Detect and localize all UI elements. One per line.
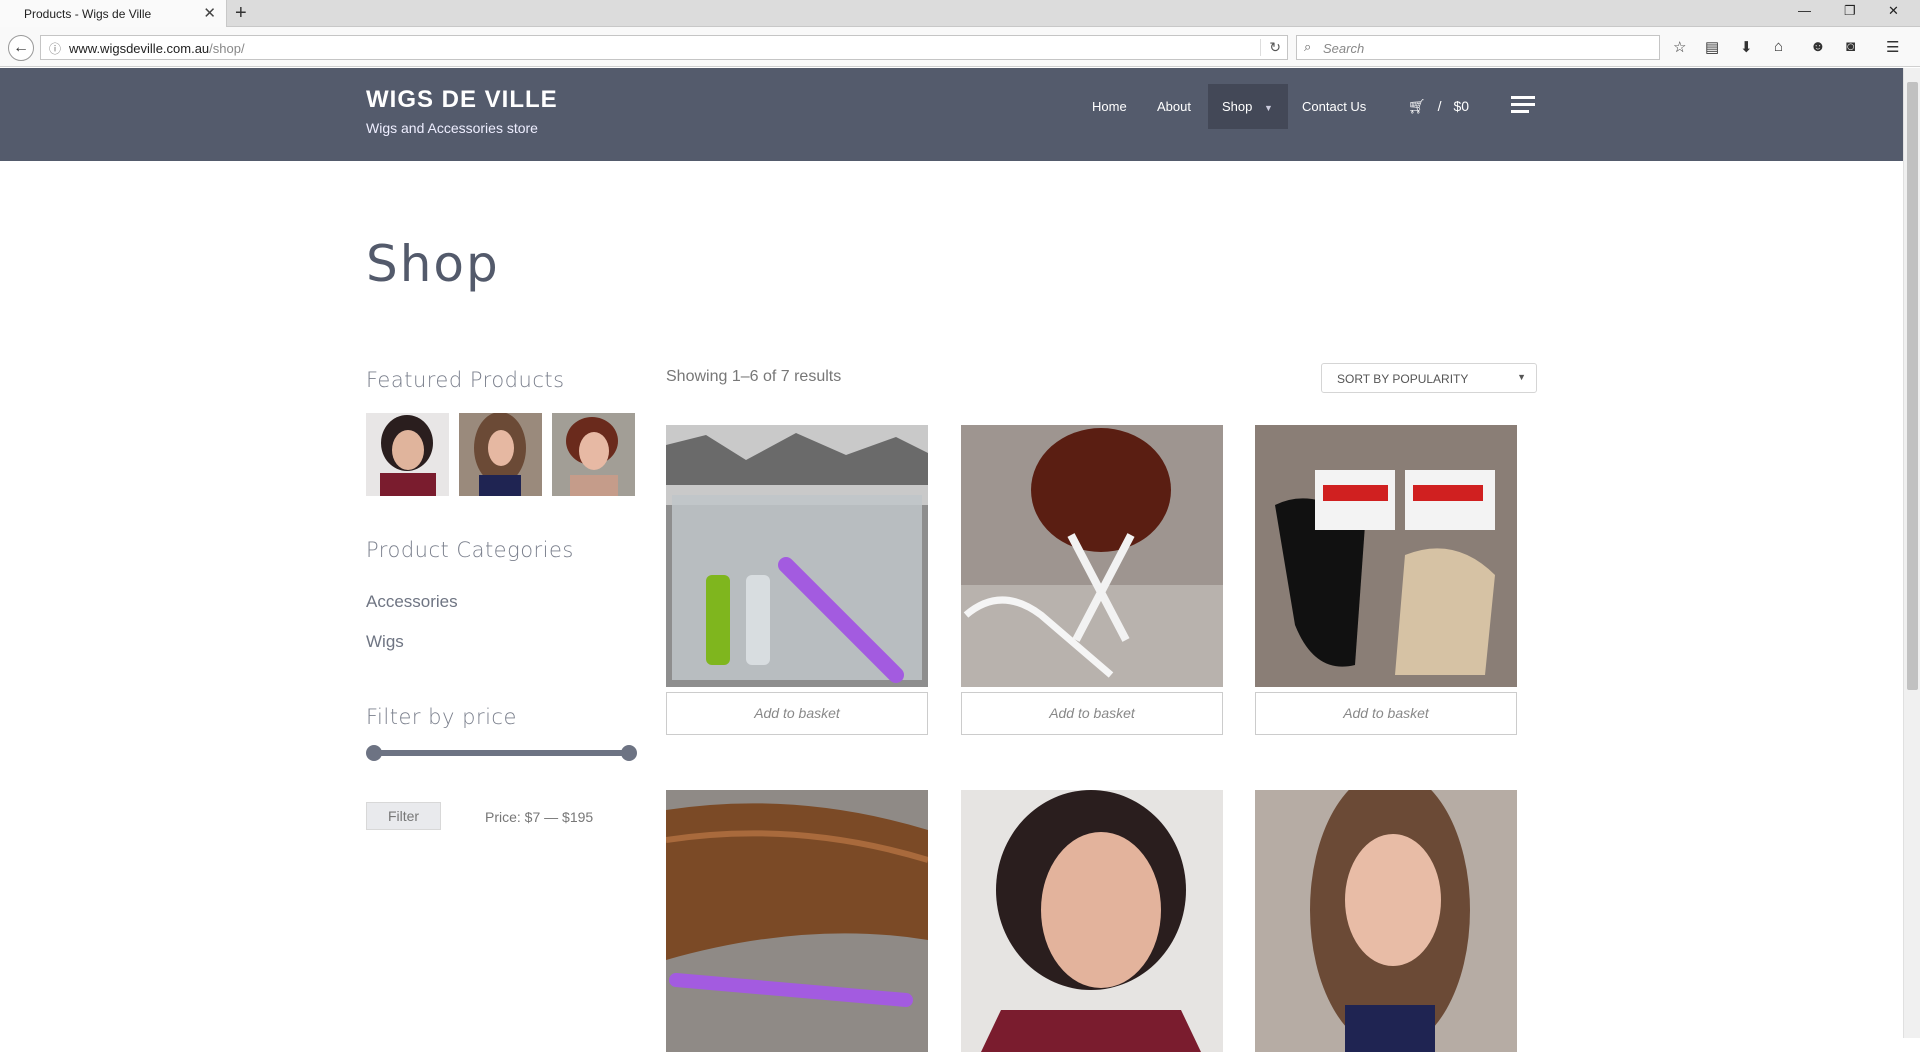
browser-tab[interactable]: Products - Wigs de Ville ✕: [0, 0, 227, 28]
chevron-down-icon: ▼: [1264, 103, 1273, 113]
wig-caps-photo: [1255, 425, 1517, 687]
price-slider-max-handle[interactable]: [621, 745, 637, 761]
featured-product-thumb[interactable]: [366, 413, 449, 496]
woman-bob-wig-photo: [961, 790, 1223, 1052]
product-image[interactable]: [961, 425, 1223, 687]
price-slider-track[interactable]: [370, 750, 635, 756]
nav-about[interactable]: About: [1157, 84, 1191, 129]
woman-long-wig-photo: [1255, 790, 1517, 1052]
price-range-label: Price: $7 — $195: [485, 809, 594, 825]
search-placeholder: Search: [1323, 41, 1365, 56]
home-icon[interactable]: ⌂: [1774, 38, 1783, 55]
site-header: WIGS DE VILLE Wigs and Accessories store…: [0, 68, 1903, 161]
cart-icon: 🛒︎: [1408, 98, 1426, 114]
wig-on-stand-photo: [961, 425, 1223, 687]
url-bar[interactable]: ⓘ www.wigsdeville.com.au/shop/ ↻: [40, 35, 1288, 60]
category-link-accessories[interactable]: Accessories: [366, 592, 458, 612]
nav-shop-label: Shop: [1222, 99, 1253, 114]
info-icon[interactable]: ⓘ: [49, 40, 61, 57]
new-tab-icon[interactable]: +: [235, 2, 247, 25]
chat-icon[interactable]: ☻: [1810, 38, 1826, 55]
close-window-icon[interactable]: ✕: [1888, 3, 1899, 19]
product-image[interactable]: [666, 425, 928, 687]
bookmarks-list-icon[interactable]: ▤: [1705, 38, 1719, 56]
result-count: Showing 1–6 of 7 results: [666, 368, 842, 385]
cart-link[interactable]: 🛒︎ / $0: [1408, 98, 1469, 115]
woman-short-red-hair-photo: [552, 413, 635, 496]
sort-select[interactable]: SORT BY POPULARITY ▼: [1321, 363, 1537, 393]
site-title[interactable]: WIGS DE VILLE: [366, 86, 558, 114]
search-input[interactable]: ⌕ Search: [1296, 35, 1660, 60]
url-path: /shop/: [209, 41, 245, 56]
cart-separator: /: [1437, 98, 1442, 114]
minimize-icon[interactable]: —: [1798, 3, 1811, 18]
download-icon[interactable]: ⬇: [1740, 38, 1753, 56]
restore-icon[interactable]: ❐: [1844, 3, 1856, 19]
add-to-basket-button[interactable]: Add to basket: [1255, 692, 1517, 735]
woman-long-hair-photo: [459, 413, 542, 496]
browser-toolbar: ← ⓘ www.wigsdeville.com.au/shop/ ↻ ⌕ Sea…: [0, 27, 1920, 67]
accessory-bag-photo: [666, 425, 928, 687]
page-scrollbar[interactable]: [1903, 68, 1920, 1038]
nav-shop[interactable]: Shop ▼: [1208, 84, 1288, 129]
price-slider-min-handle[interactable]: [366, 745, 382, 761]
featured-products-heading: Featured Products: [366, 368, 565, 392]
featured-product-thumb[interactable]: [552, 413, 635, 496]
product-categories-heading: Product Categories: [366, 538, 574, 562]
add-to-basket-button[interactable]: Add to basket: [961, 692, 1223, 735]
bookmark-star-icon[interactable]: ☆: [1673, 38, 1686, 56]
reload-icon[interactable]: ↻: [1260, 39, 1281, 56]
cart-total: $0: [1453, 98, 1470, 114]
add-to-basket-button[interactable]: Add to basket: [666, 692, 928, 735]
back-arrow-icon[interactable]: ←: [8, 35, 34, 61]
product-image[interactable]: [1255, 425, 1517, 687]
sort-selected-value: SORT BY POPULARITY: [1337, 372, 1469, 386]
hamburger-menu-icon[interactable]: ☰: [1886, 38, 1899, 56]
site-tagline: Wigs and Accessories store: [366, 120, 538, 136]
filter-button[interactable]: Filter: [366, 802, 441, 830]
url-host: www.wigsdeville.com.au: [69, 41, 210, 56]
woman-bob-photo: [366, 413, 449, 496]
page-title: Shop: [366, 235, 500, 293]
hair-extension-photo: [666, 790, 928, 1052]
product-image[interactable]: [1255, 790, 1517, 1052]
product-image[interactable]: [666, 790, 928, 1052]
search-icon: ⌕: [1304, 39, 1312, 54]
scrollbar-thumb[interactable]: [1907, 82, 1918, 690]
close-tab-icon[interactable]: ✕: [203, 4, 216, 22]
tab-title: Products - Wigs de Ville: [24, 7, 152, 21]
browser-tab-strip: Products - Wigs de Ville ✕ + — ❐ ✕: [0, 0, 1920, 28]
sidebar-toggle-icon[interactable]: [1511, 96, 1535, 117]
category-link-wigs[interactable]: Wigs: [366, 632, 404, 652]
nav-contact[interactable]: Contact Us: [1302, 84, 1366, 129]
featured-product-thumb[interactable]: [459, 413, 542, 496]
chevron-down-icon: ▼: [1517, 372, 1526, 382]
nav-home[interactable]: Home: [1092, 84, 1127, 129]
product-image[interactable]: [961, 790, 1223, 1052]
pocket-icon[interactable]: ◙: [1846, 38, 1855, 55]
filter-by-price-heading: Filter by price: [366, 705, 517, 729]
